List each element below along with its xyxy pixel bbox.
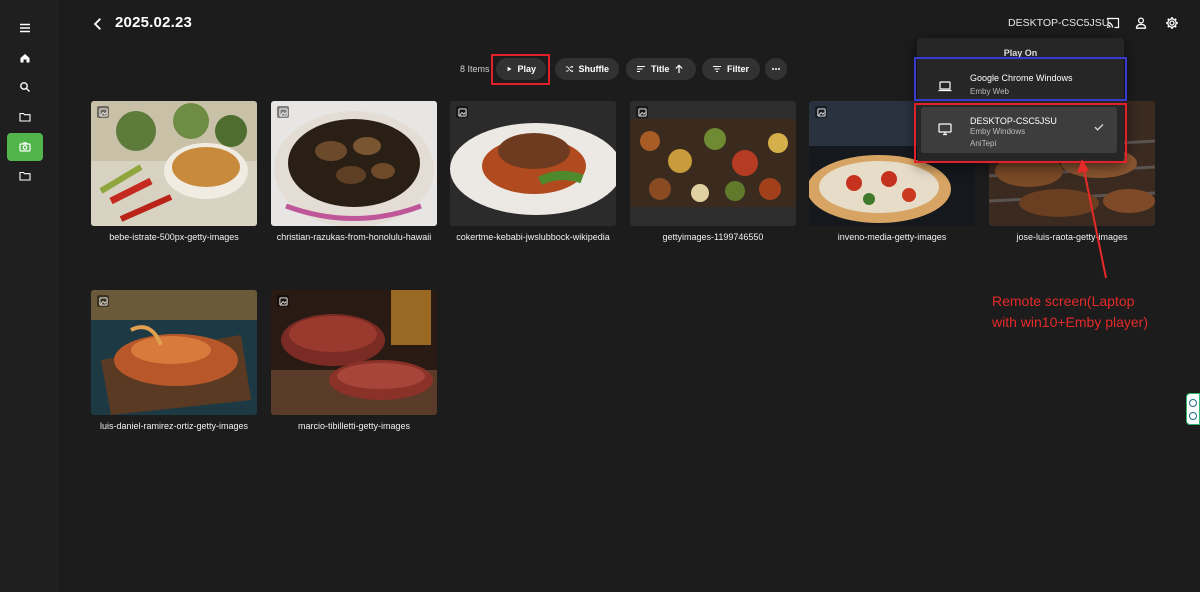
photo-thumbnail[interactable] — [91, 101, 257, 226]
filter-button[interactable]: Filter — [702, 58, 760, 80]
chevron-left-icon — [93, 18, 101, 30]
left-nav-rail — [0, 0, 58, 592]
page-title: 2025.02.23 — [115, 14, 193, 31]
shuffle-button[interactable]: Shuffle — [555, 58, 619, 80]
photo-thumbnail[interactable] — [271, 290, 437, 415]
photo-thumbnail[interactable] — [91, 290, 257, 415]
photo-thumbnail[interactable] — [450, 101, 616, 226]
shuffle-icon — [565, 65, 574, 73]
search-icon[interactable] — [7, 73, 43, 101]
annotation-arrow — [1077, 159, 1107, 279]
chrome-highlight-box — [914, 57, 1127, 101]
photo-title[interactable]: inveno-media-getty-images — [809, 232, 975, 242]
folder-icon[interactable] — [7, 103, 43, 131]
server-name[interactable]: DESKTOP-CSC5JSU — [1008, 17, 1109, 29]
folder-icon[interactable] — [7, 162, 43, 190]
photo-card[interactable]: marcio-tibilletti-getty-images — [271, 290, 437, 431]
photo-type-icon — [97, 295, 109, 307]
photo-card[interactable]: bebe-istrate-500px-getty-images — [91, 101, 257, 242]
desktop-highlight-box — [914, 103, 1127, 163]
sort-lines-icon — [637, 65, 645, 73]
sort-button[interactable]: Title — [626, 58, 696, 80]
filter-icon — [713, 65, 721, 73]
photo-type-icon — [97, 106, 109, 118]
play-highlight-box — [491, 54, 550, 85]
photo-title[interactable]: bebe-istrate-500px-getty-images — [91, 232, 257, 242]
photo-title[interactable]: luis-daniel-ramirez-ortiz-getty-images — [91, 421, 257, 431]
photo-type-icon — [277, 295, 289, 307]
photo-card[interactable]: cokertme-kebabi-jwslubbock-wikipedia — [450, 101, 616, 242]
cast-icon[interactable] — [1105, 15, 1121, 31]
sort-button-label: Title — [651, 64, 670, 74]
home-icon[interactable] — [7, 44, 43, 72]
photo-card[interactable]: luis-daniel-ramirez-ortiz-getty-images — [91, 290, 257, 431]
filter-button-label: Filter — [727, 64, 750, 74]
photo-title[interactable]: marcio-tibilletti-getty-images — [271, 421, 437, 431]
photo-thumbnail[interactable] — [271, 101, 437, 226]
photo-card[interactable]: gettyimages-1199746550 — [630, 101, 796, 242]
back-button[interactable] — [88, 14, 108, 34]
annotation-text: Remote screen(Laptop with win10+Emby pla… — [992, 291, 1148, 333]
photo-type-icon — [277, 106, 289, 118]
app-window: 2025.02.23 DESKTOP-CSC5JSU 8 Items Play … — [0, 0, 1200, 592]
more-horizontal-icon — [772, 68, 780, 70]
annotation-line: with win10+Emby player) — [992, 314, 1149, 330]
close-circle-icon[interactable] — [1189, 398, 1197, 407]
more-options-button[interactable] — [765, 58, 787, 80]
photo-card[interactable]: christian-razukas-from-honolulu-hawaii — [271, 101, 437, 242]
photo-title[interactable]: gettyimages-1199746550 — [630, 232, 796, 242]
shuffle-button-label: Shuffle — [578, 64, 610, 74]
photo-type-icon — [456, 106, 468, 118]
item-count: 8 Items — [460, 64, 490, 74]
photo-type-icon — [815, 106, 827, 118]
gear-icon[interactable] — [1164, 15, 1180, 31]
photo-thumbnail[interactable] — [630, 101, 796, 226]
target-circle-icon[interactable] — [1189, 411, 1197, 420]
user-icon[interactable] — [1133, 15, 1149, 31]
photos-library-icon[interactable] — [7, 133, 43, 161]
menu-icon[interactable] — [7, 14, 43, 42]
photo-title[interactable]: cokertme-kebabi-jwslubbock-wikipedia — [450, 232, 616, 242]
photo-title[interactable]: christian-razukas-from-honolulu-hawaii — [271, 232, 437, 242]
annotation-line: Remote screen(Laptop — [992, 293, 1135, 309]
side-widget-tab[interactable] — [1186, 393, 1200, 425]
photo-type-icon — [636, 106, 648, 118]
arrow-up-icon — [675, 64, 683, 73]
